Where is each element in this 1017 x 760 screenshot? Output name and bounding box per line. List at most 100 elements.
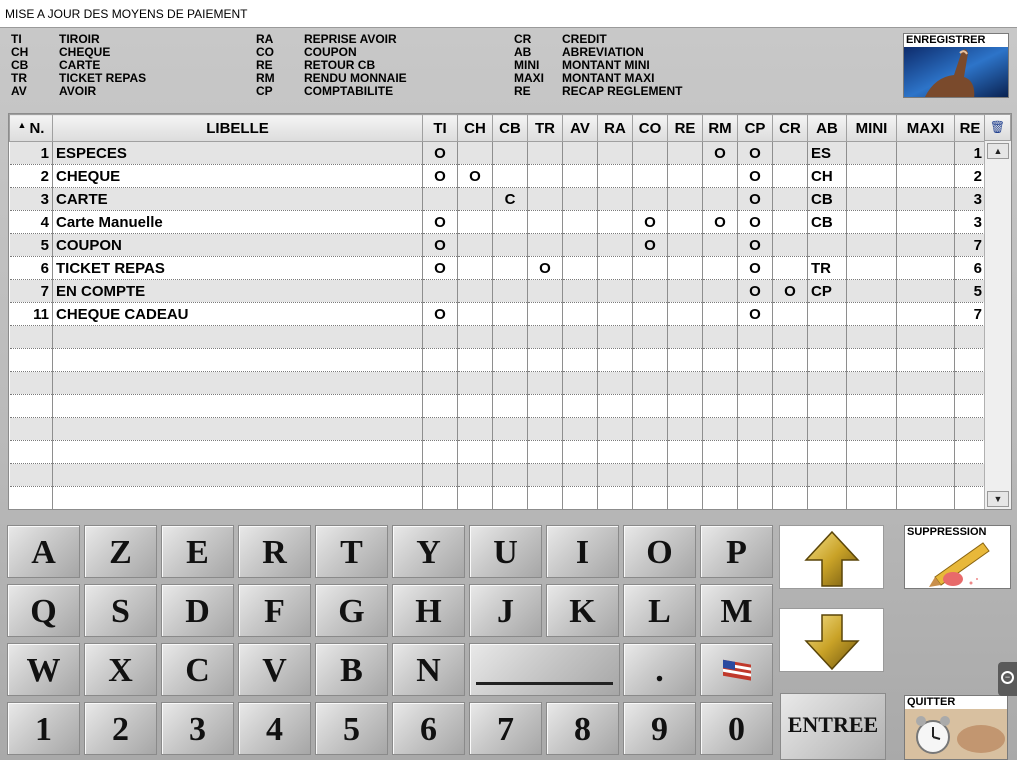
- table-cell[interactable]: [457, 141, 493, 165]
- table-cell[interactable]: [954, 440, 986, 464]
- table-cell[interactable]: [772, 348, 808, 372]
- table-cell[interactable]: [772, 141, 808, 165]
- table-cell[interactable]: [896, 187, 955, 211]
- table-cell[interactable]: [457, 348, 493, 372]
- enregistrer-button[interactable]: ENREGISTRER: [903, 33, 1009, 98]
- empty-table-row[interactable]: [9, 440, 986, 464]
- language-flag-key[interactable]: [700, 643, 773, 696]
- key-button[interactable]: Y: [392, 525, 465, 578]
- table-cell[interactable]: [527, 348, 563, 372]
- table-cell[interactable]: O: [737, 302, 773, 326]
- table-cell[interactable]: [632, 187, 668, 211]
- table-cell[interactable]: [492, 463, 528, 487]
- table-cell[interactable]: [492, 394, 528, 418]
- key-button[interactable]: T: [315, 525, 388, 578]
- table-cell[interactable]: [772, 164, 808, 188]
- entree-button[interactable]: ENTREE: [780, 693, 886, 760]
- empty-table-row[interactable]: [9, 463, 986, 487]
- table-cell[interactable]: [492, 256, 528, 280]
- key-button[interactable]: 8: [546, 702, 619, 755]
- empty-table-row[interactable]: [9, 486, 986, 509]
- table-cell[interactable]: [527, 440, 563, 464]
- table-cell[interactable]: [492, 440, 528, 464]
- table-cell[interactable]: [807, 486, 847, 509]
- table-cell[interactable]: [527, 325, 563, 349]
- table-cell[interactable]: [597, 279, 633, 303]
- table-cell[interactable]: [632, 348, 668, 372]
- key-button[interactable]: Z: [84, 525, 157, 578]
- table-cell[interactable]: [632, 325, 668, 349]
- table-cell[interactable]: O: [702, 210, 738, 234]
- table-row[interactable]: 7 EN COMPTE O O CP 5: [9, 279, 986, 303]
- table-cell[interactable]: [807, 394, 847, 418]
- table-cell[interactable]: [896, 440, 955, 464]
- table-cell[interactable]: O: [422, 164, 458, 188]
- table-cell[interactable]: 2: [9, 164, 53, 188]
- table-cell[interactable]: [846, 394, 897, 418]
- table-cell[interactable]: 3: [9, 187, 53, 211]
- table-cell[interactable]: O: [422, 256, 458, 280]
- table-cell[interactable]: [702, 440, 738, 464]
- table-cell[interactable]: [667, 440, 703, 464]
- table-cell[interactable]: [737, 440, 773, 464]
- scroll-up-icon[interactable]: ▲: [987, 143, 1009, 159]
- table-cell[interactable]: [457, 486, 493, 509]
- table-cell[interactable]: [597, 371, 633, 395]
- column-header[interactable]: ▲ N.: [9, 114, 53, 142]
- column-header[interactable]: RE: [667, 114, 703, 142]
- table-cell[interactable]: [562, 486, 598, 509]
- suppression-button[interactable]: SUPPRESSION: [904, 525, 1011, 589]
- table-row[interactable]: 2 CHEQUE O O O CH 2: [9, 164, 986, 188]
- table-cell[interactable]: CB: [807, 210, 847, 234]
- table-cell[interactable]: [597, 325, 633, 349]
- table-cell[interactable]: [597, 417, 633, 441]
- table-cell[interactable]: O: [737, 210, 773, 234]
- table-cell[interactable]: [562, 256, 598, 280]
- key-button[interactable]: F: [238, 584, 311, 637]
- table-cell[interactable]: [527, 463, 563, 487]
- key-button[interactable]: 0: [700, 702, 773, 755]
- table-cell[interactable]: [702, 486, 738, 509]
- table-cell[interactable]: [52, 371, 423, 395]
- column-header[interactable]: CR: [772, 114, 808, 142]
- table-cell[interactable]: [492, 486, 528, 509]
- column-header[interactable]: CO: [632, 114, 668, 142]
- table-cell[interactable]: [896, 256, 955, 280]
- table-row[interactable]: 1 ESPECES O O O ES 1: [9, 141, 986, 165]
- table-cell[interactable]: [807, 463, 847, 487]
- table-cell[interactable]: [457, 187, 493, 211]
- table-cell[interactable]: [667, 302, 703, 326]
- table-cell[interactable]: [422, 325, 458, 349]
- table-cell[interactable]: [632, 440, 668, 464]
- table-cell[interactable]: 7: [954, 233, 986, 257]
- table-cell[interactable]: O: [737, 233, 773, 257]
- key-button[interactable]: U: [469, 525, 542, 578]
- table-cell[interactable]: [807, 371, 847, 395]
- table-cell[interactable]: [52, 417, 423, 441]
- key-button[interactable]: 9: [623, 702, 696, 755]
- table-cell[interactable]: [846, 325, 897, 349]
- table-cell[interactable]: [772, 486, 808, 509]
- table-cell[interactable]: [702, 302, 738, 326]
- table-cell[interactable]: [737, 325, 773, 349]
- table-row[interactable]: 6 TICKET REPAS O O O TR 6: [9, 256, 986, 280]
- table-cell[interactable]: 5: [9, 233, 53, 257]
- table-cell[interactable]: [527, 210, 563, 234]
- table-cell[interactable]: [772, 302, 808, 326]
- table-cell[interactable]: [632, 394, 668, 418]
- table-cell[interactable]: [492, 279, 528, 303]
- table-cell[interactable]: [52, 394, 423, 418]
- table-cell[interactable]: [492, 164, 528, 188]
- key-button[interactable]: Q: [7, 584, 80, 637]
- table-cell[interactable]: O: [737, 256, 773, 280]
- table-cell[interactable]: [457, 440, 493, 464]
- table-cell[interactable]: [667, 348, 703, 372]
- table-cell[interactable]: [702, 279, 738, 303]
- table-cell[interactable]: 11: [9, 302, 53, 326]
- table-cell[interactable]: [9, 371, 53, 395]
- table-cell[interactable]: [562, 164, 598, 188]
- table-cell[interactable]: [954, 325, 986, 349]
- empty-table-row[interactable]: [9, 371, 986, 395]
- table-cell[interactable]: [737, 348, 773, 372]
- table-cell[interactable]: [52, 348, 423, 372]
